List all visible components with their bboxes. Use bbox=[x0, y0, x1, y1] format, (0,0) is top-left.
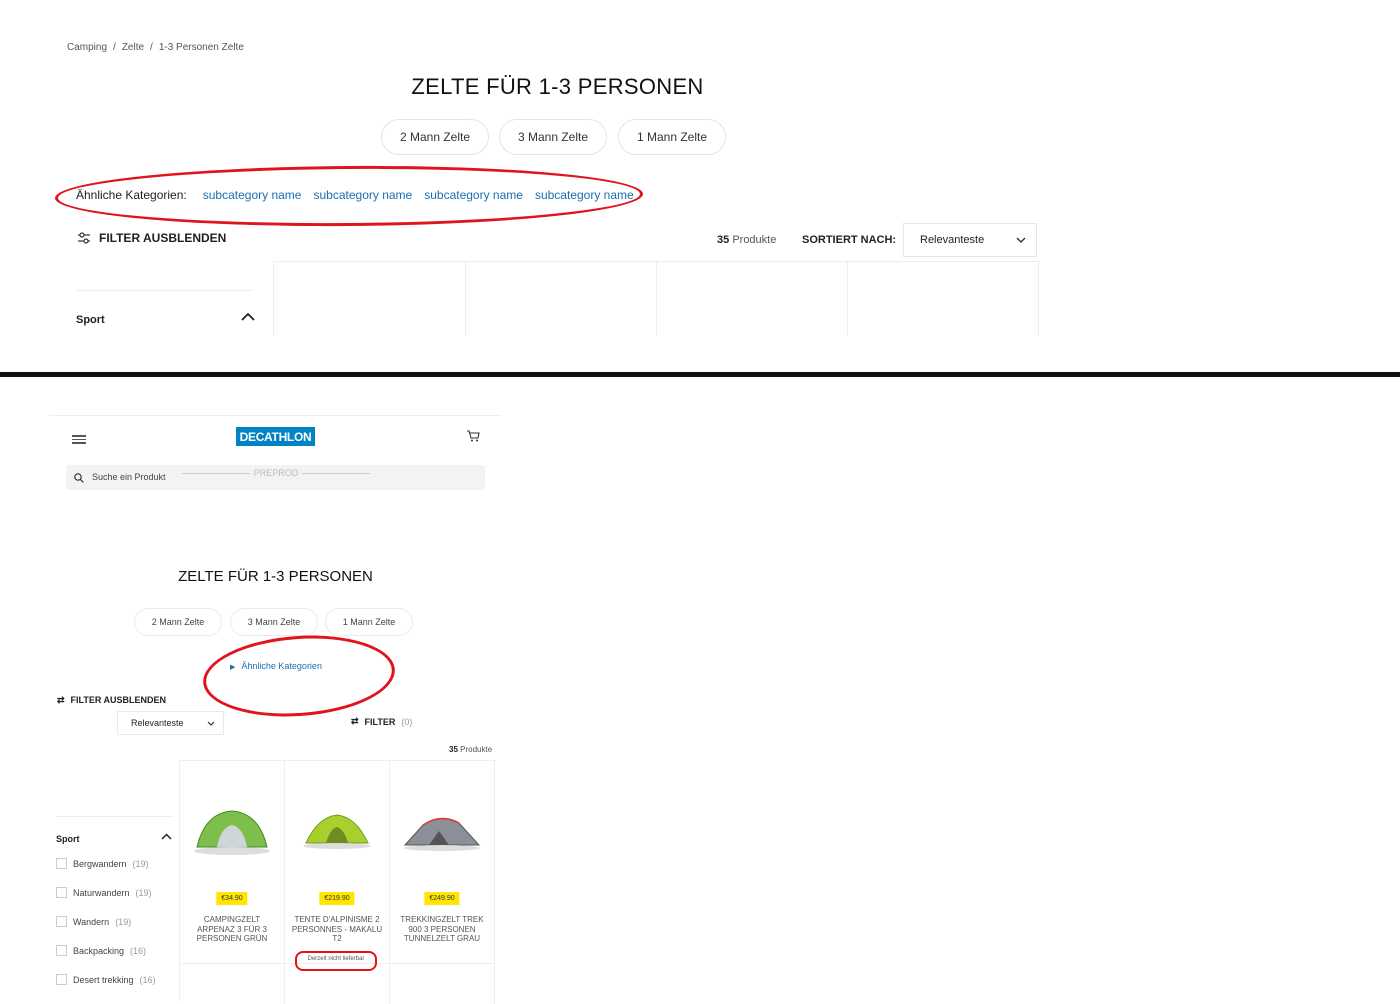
sliders-icon: ⇄ bbox=[57, 695, 65, 705]
filter-option[interactable]: Desert trekking (16) bbox=[56, 974, 156, 985]
filter-button[interactable]: ⇄ FILTER (0) bbox=[351, 716, 412, 727]
product-name[interactable]: TENTE D'ALPINISME 2 PERSONNES - MAKALU T… bbox=[291, 915, 383, 944]
checkbox[interactable] bbox=[56, 916, 67, 927]
page-title-mobile: ZELTE FÜR 1-3 PERSONEN bbox=[178, 568, 373, 585]
product-card[interactable]: €219.90 TENTE D'ALPINISME 2 PERSONNES - … bbox=[285, 761, 390, 971]
sidebar-divider bbox=[76, 290, 253, 291]
filter-toggle-label: FILTER AUSBLENDEN bbox=[99, 231, 227, 245]
product-card[interactable]: €249.90 TREKKINGZELT TREK 900 3 PERSONEN… bbox=[390, 761, 495, 964]
product-card-placeholder[interactable] bbox=[847, 262, 1039, 336]
product-name[interactable]: CAMPINGZELT ARPENAZ 3 FÜR 3 PERSONEN GRÜ… bbox=[186, 915, 278, 944]
page-title: ZELTE FÜR 1-3 PERSONEN bbox=[411, 74, 704, 99]
menu-icon[interactable] bbox=[72, 433, 86, 446]
sort-select-value: Relevanteste bbox=[920, 234, 985, 246]
filter-option[interactable]: Bergwandern (19) bbox=[56, 858, 149, 869]
checkbox[interactable] bbox=[56, 858, 67, 869]
product-card-placeholder[interactable] bbox=[656, 262, 848, 336]
product-image bbox=[194, 810, 270, 855]
search-icon bbox=[74, 473, 84, 483]
checkbox[interactable] bbox=[56, 974, 67, 985]
sort-select[interactable]: Relevanteste bbox=[903, 223, 1037, 257]
category-pill[interactable]: 1 Mann Zelte bbox=[618, 119, 726, 155]
breadcrumb-item[interactable]: Zelte bbox=[122, 42, 144, 53]
product-grid bbox=[273, 261, 1040, 336]
product-card[interactable]: €34.90 CAMPINGZELT ARPENAZ 3 FÜR 3 PERSO… bbox=[180, 761, 285, 964]
filter-toggle-button[interactable]: ⇄ FILTER AUSBLENDEN bbox=[57, 695, 166, 706]
breadcrumb: Camping / Zelte/1-3 Personen Zelte bbox=[67, 42, 244, 53]
price-badge: €34.90 bbox=[216, 892, 248, 905]
product-card-placeholder bbox=[390, 964, 495, 1004]
sidebar-heading[interactable]: Sport bbox=[76, 314, 105, 326]
price-badge: €219.90 bbox=[319, 892, 355, 905]
annotation-circle bbox=[200, 629, 398, 723]
environment-label: PREPROD bbox=[182, 468, 371, 478]
filter-toggle-button[interactable]: FILTER AUSBLENDEN bbox=[77, 231, 226, 245]
annotation-circle bbox=[54, 163, 644, 229]
price-badge: €249.90 bbox=[424, 892, 460, 905]
chevron-up-icon[interactable] bbox=[161, 833, 172, 840]
category-pill[interactable]: 2 Mann Zelte bbox=[134, 608, 222, 636]
chevron-down-icon bbox=[1016, 237, 1026, 243]
filter-option[interactable]: Backpacking (16) bbox=[56, 945, 146, 956]
category-pill[interactable]: 2 Mann Zelte bbox=[381, 119, 489, 155]
product-card-placeholder bbox=[285, 964, 390, 1004]
filter-option[interactable]: Naturwandern (19) bbox=[56, 887, 152, 898]
product-card-placeholder bbox=[180, 964, 285, 1004]
chevron-up-icon[interactable] bbox=[241, 312, 255, 321]
checkbox[interactable] bbox=[56, 887, 67, 898]
product-count: 35 Produkte bbox=[449, 745, 493, 754]
category-pill[interactable]: 3 Mann Zelte bbox=[499, 119, 607, 155]
cart-icon[interactable] bbox=[466, 430, 480, 442]
sliders-icon: ⇄ bbox=[351, 716, 359, 726]
logo[interactable]: DECATHLON bbox=[236, 427, 315, 446]
chevron-down-icon bbox=[207, 721, 215, 726]
header-top-border bbox=[49, 415, 501, 416]
category-pill[interactable]: 1 Mann Zelte bbox=[325, 608, 413, 636]
section-divider bbox=[0, 372, 1400, 377]
sort-label: SORTIERT NACH: bbox=[802, 234, 897, 246]
product-count: 35 Produkte bbox=[717, 234, 777, 246]
search-placeholder: Suche ein Produkt bbox=[92, 472, 166, 482]
breadcrumb-item-current: 1-3 Personen Zelte bbox=[158, 42, 244, 53]
breadcrumb-item[interactable]: Camping bbox=[67, 42, 107, 53]
sliders-icon bbox=[78, 232, 90, 244]
filter-option[interactable]: Wandern (19) bbox=[56, 916, 131, 927]
product-grid-mobile: €34.90 CAMPINGZELT ARPENAZ 3 FÜR 3 PERSO… bbox=[179, 760, 496, 1004]
category-pill[interactable]: 3 Mann Zelte bbox=[230, 608, 318, 636]
checkbox[interactable] bbox=[56, 945, 67, 956]
product-name[interactable]: TREKKINGZELT TREK 900 3 PERSONEN TUNNELZ… bbox=[396, 915, 488, 944]
sidebar-heading[interactable]: Sport bbox=[56, 834, 173, 844]
product-image bbox=[403, 817, 481, 851]
sort-select[interactable]: Relevanteste bbox=[117, 711, 224, 735]
product-image bbox=[303, 814, 371, 849]
filter-sidebar: Sport bbox=[56, 816, 173, 844]
product-card-placeholder[interactable] bbox=[274, 262, 466, 336]
sort-select-value: Relevanteste bbox=[131, 718, 184, 728]
product-card-placeholder[interactable] bbox=[465, 262, 657, 336]
